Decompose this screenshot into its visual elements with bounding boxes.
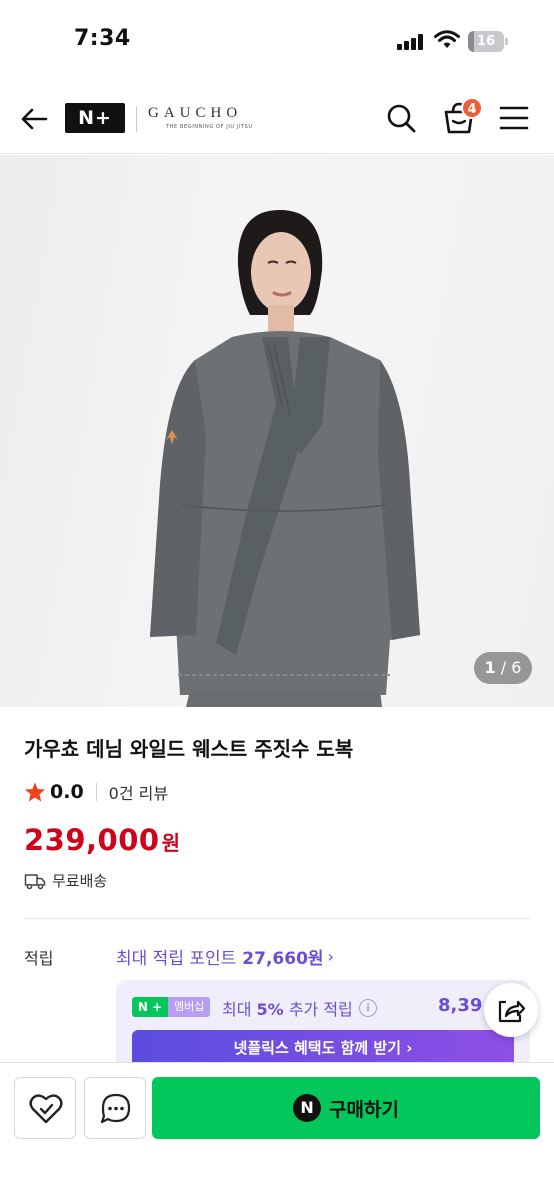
review-count[interactable]: 0건 리뷰 [109, 780, 168, 804]
image-counter: 1 / 6 [474, 652, 532, 684]
heart-icon [29, 1094, 63, 1124]
status-time: 7:34 [74, 26, 131, 51]
naver-plus-mark: N + [132, 997, 168, 1017]
naver-plus-badge: N + 멤버십 [132, 997, 211, 1017]
shipping-row: 무료배송 [24, 870, 107, 891]
product-title: 가우쵸 데님 와일드 웨스트 주짓수 도복 [24, 737, 354, 761]
promo-percent: 5% [256, 1000, 284, 1019]
max-points-amount: 27,660원 [242, 949, 324, 969]
back-arrow-icon[interactable] [18, 103, 50, 135]
buy-button[interactable]: N 구매하기 [152, 1077, 540, 1139]
price-value: 239,000 [24, 823, 160, 857]
max-points-link[interactable]: 최대 적립 포인트 27,660원 › [116, 944, 334, 969]
membership-label: 멤버십 [168, 997, 211, 1017]
star-icon [24, 782, 46, 802]
rating-row[interactable]: 0.0 0건 리뷰 [24, 780, 168, 804]
cellular-signal-icon [397, 34, 425, 50]
brand-logo-mark[interactable]: N+ [65, 103, 125, 133]
promo-text-suffix: 추가 적립 [288, 1000, 353, 1019]
promo-text: 최대 5% 추가 적립 [222, 996, 353, 1020]
image-counter-total: 6 [511, 658, 522, 677]
menu-icon[interactable] [498, 104, 530, 132]
naver-pay-icon: N [293, 1094, 322, 1122]
battery-icon: 16 [468, 31, 508, 52]
cart-count-badge: 4 [461, 97, 483, 119]
membership-promo-card[interactable]: N + 멤버십 최대 5% 추가 적립 i 8,39 넷플릭스 혜택도 함께 받… [116, 980, 530, 1070]
share-icon [498, 1000, 526, 1023]
product-photo [150, 210, 420, 707]
image-counter-current: 1 [484, 658, 496, 677]
search-icon[interactable] [385, 102, 417, 134]
chat-bubble-icon [100, 1093, 131, 1124]
product-image[interactable]: 1 / 6 [0, 155, 554, 707]
wifi-icon [434, 30, 460, 48]
brand-divider [136, 106, 137, 132]
truck-icon [24, 873, 46, 889]
shipping-text: 무료배송 [52, 872, 108, 890]
max-points-text: 최대 적립 포인트 [116, 949, 237, 969]
price-row: 239,000 원 [24, 823, 180, 857]
status-bar: 7:34 16 [0, 0, 554, 82]
wishlist-button[interactable] [14, 1077, 76, 1139]
rating-divider [95, 783, 97, 801]
chevron-right-icon: › [327, 947, 334, 966]
price-unit: 원 [161, 831, 180, 855]
brand-name[interactable]: GAUCHO [148, 105, 242, 122]
image-counter-separator: / [500, 658, 507, 677]
points-label: 적립 [24, 949, 54, 968]
rating-value: 0.0 [50, 781, 84, 803]
promo-amount: 8,39 [438, 995, 483, 1016]
netflix-benefit-button[interactable]: 넷플릭스 혜택도 함께 받기 › [132, 1030, 514, 1066]
section-divider [24, 918, 530, 919]
bottom-action-bar: N 구매하기 [0, 1062, 554, 1200]
info-icon[interactable]: i [359, 999, 377, 1017]
battery-level: 16 [476, 34, 496, 49]
brand-tagline: THE BEGINNING OF JIU JITSU [166, 124, 253, 130]
chat-button[interactable] [84, 1077, 146, 1139]
promo-text-prefix: 최대 [222, 1000, 252, 1019]
app-header: N+ GAUCHO THE BEGINNING OF JIU JITSU 4 [0, 82, 554, 154]
buy-button-label: 구매하기 [329, 1098, 399, 1121]
share-button[interactable] [484, 983, 538, 1037]
